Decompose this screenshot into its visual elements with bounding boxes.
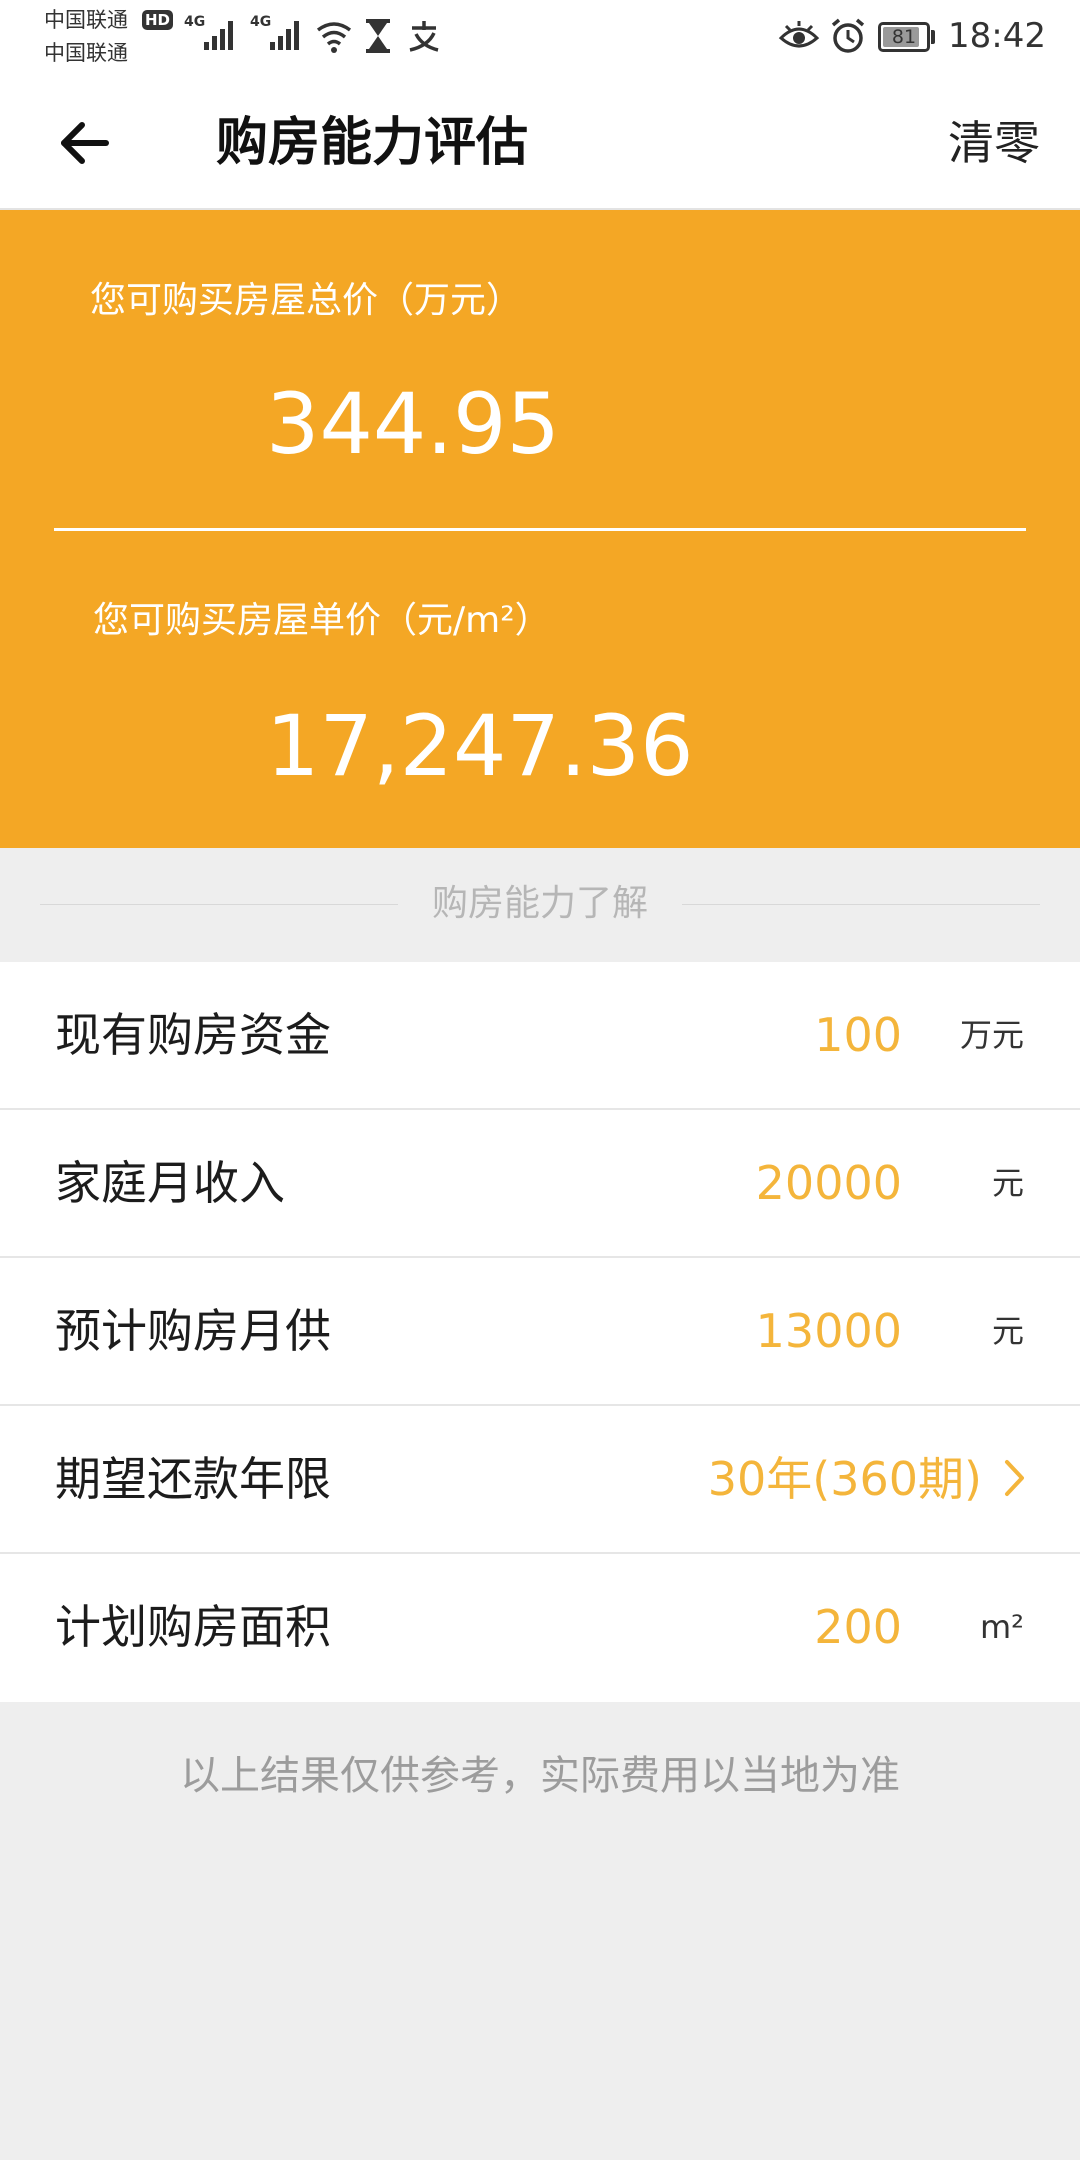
monthly-payment-unit: 元 bbox=[991, 1312, 1024, 1350]
alipay-icon bbox=[409, 21, 439, 52]
wifi-icon bbox=[316, 22, 352, 53]
status-bar: 中国联通 中国联通 HD 4G 4G 81 18:42 bbox=[0, 0, 1080, 76]
section-divider-right bbox=[682, 904, 1040, 905]
app-header: 购房能力评估 清零 bbox=[0, 76, 1080, 210]
section-title: 购房能力了解 bbox=[431, 883, 648, 924]
chevron-right-icon[interactable] bbox=[1002, 1456, 1028, 1500]
battery-tip bbox=[931, 30, 935, 44]
result-card: 您可购买房屋总价（万元） 344.95 您可购买房屋单价（元/m²） 17,24… bbox=[0, 210, 1080, 848]
eye-icon bbox=[778, 21, 820, 48]
result-divider bbox=[54, 528, 1026, 531]
alarm-icon bbox=[831, 18, 865, 53]
signal-bars-icon bbox=[270, 21, 299, 50]
form-row-loan-term[interactable]: 期望还款年限 30年(360期) bbox=[0, 1406, 1080, 1554]
form-list: 现有购房资金 100 万元 家庭月收入 20000 元 预计购房月供 13000… bbox=[0, 962, 1080, 1702]
cellular-signal-1: 4G bbox=[184, 14, 244, 54]
total-price-value: 344.95 bbox=[266, 375, 560, 473]
form-row-monthly-income[interactable]: 家庭月收入 20000 元 bbox=[0, 1110, 1080, 1258]
section-header: 购房能力了解 bbox=[0, 848, 1080, 962]
cellular-signal-2: 4G bbox=[250, 14, 310, 54]
monthly-income-input[interactable]: 20000 bbox=[756, 1150, 902, 1216]
funds-unit: 万元 bbox=[959, 1016, 1024, 1054]
signal-bars-icon bbox=[204, 21, 233, 50]
monthly-payment-label: 预计购房月供 bbox=[55, 1304, 331, 1358]
status-time: 18:42 bbox=[948, 16, 1046, 56]
arrow-left-icon bbox=[61, 122, 109, 164]
area-unit: m² bbox=[980, 1608, 1024, 1646]
hd-badge: HD bbox=[142, 10, 174, 30]
monthly-payment-input[interactable]: 13000 bbox=[756, 1298, 902, 1364]
back-button[interactable] bbox=[40, 106, 128, 180]
page-title: 购房能力评估 bbox=[216, 113, 529, 173]
unit-price-value: 17,247.36 bbox=[266, 697, 694, 795]
monthly-income-label: 家庭月收入 bbox=[55, 1156, 285, 1210]
disclaimer-note: 以上结果仅供参考，实际费用以当地为准 bbox=[180, 1753, 900, 1799]
area-label: 计划购房面积 bbox=[55, 1600, 331, 1654]
loan-term-label: 期望还款年限 bbox=[55, 1452, 331, 1506]
monthly-income-unit: 元 bbox=[991, 1164, 1024, 1202]
battery-level: 81 bbox=[891, 26, 917, 48]
unit-price-label: 您可购买房屋单价（元/m²） bbox=[93, 600, 551, 641]
form-row-monthly-payment[interactable]: 预计购房月供 13000 元 bbox=[0, 1258, 1080, 1406]
funds-label: 现有购房资金 bbox=[55, 1008, 331, 1062]
carrier-name-primary: 中国联通 bbox=[44, 8, 128, 32]
carrier-name-secondary: 中国联通 bbox=[44, 41, 128, 65]
form-row-funds[interactable]: 现有购房资金 100 万元 bbox=[0, 962, 1080, 1110]
clear-button[interactable]: 清零 bbox=[948, 110, 1040, 176]
loan-term-select[interactable]: 30年(360期) bbox=[708, 1446, 982, 1512]
total-price-label: 您可购买房屋总价（万元） bbox=[90, 280, 523, 321]
form-row-area[interactable]: 计划购房面积 200 m² bbox=[0, 1554, 1080, 1702]
section-divider-left bbox=[40, 904, 398, 905]
funds-input[interactable]: 100 bbox=[814, 1002, 902, 1068]
area-input[interactable]: 200 bbox=[814, 1594, 902, 1660]
battery-indicator: 81 bbox=[878, 22, 930, 52]
hourglass-icon bbox=[366, 19, 390, 53]
